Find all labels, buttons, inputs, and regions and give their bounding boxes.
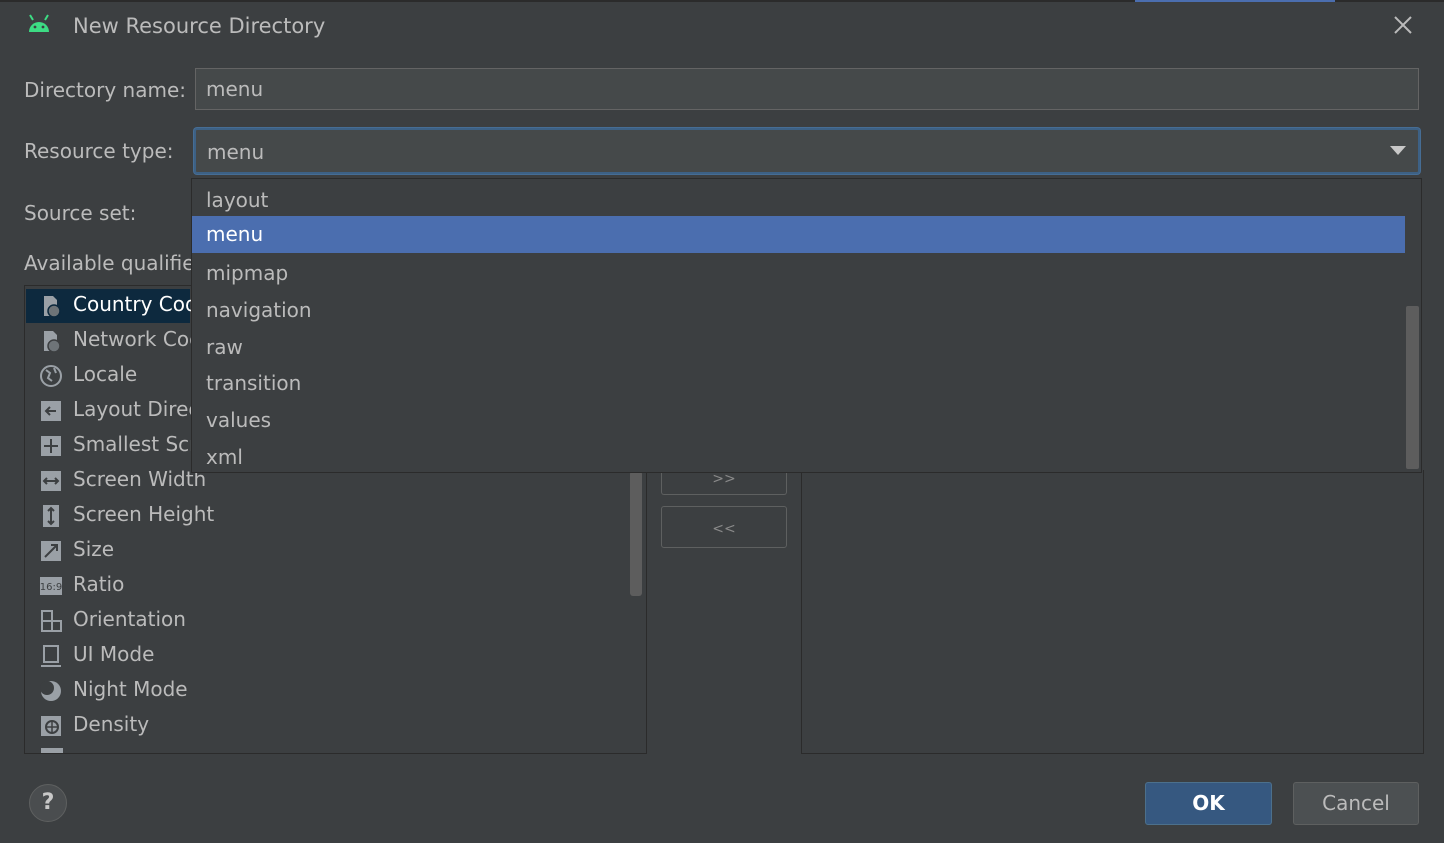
cancel-button[interactable]: Cancel xyxy=(1293,782,1419,825)
ok-button[interactable]: OK xyxy=(1145,782,1272,825)
directory-name-label: Directory name: xyxy=(24,78,186,102)
screen-height-icon xyxy=(43,505,59,527)
qualifier-label: Locale xyxy=(73,362,138,386)
help-button[interactable]: ? xyxy=(29,784,67,822)
dropdown-option-values[interactable]: values xyxy=(192,402,1405,439)
source-set-label: Source set: xyxy=(24,201,137,225)
list-item-country-code[interactable]: Country Cod xyxy=(26,289,198,323)
qualifiers-scrollbar[interactable] xyxy=(630,471,642,596)
directory-name-field[interactable]: menu xyxy=(195,68,1419,110)
resource-type-label: Resource type: xyxy=(24,139,174,163)
qualifier-label: UI Mode xyxy=(73,642,155,666)
qualifier-label: Layout Direc xyxy=(73,397,200,421)
globe-icon xyxy=(40,365,62,387)
layout-direction-icon xyxy=(41,401,61,421)
qualifier-label: Density xyxy=(73,712,150,736)
orientation-icon xyxy=(41,610,62,632)
android-icon xyxy=(29,14,49,32)
list-item-screen-height[interactable]: Screen Height xyxy=(39,499,639,533)
chevron-down-icon[interactable] xyxy=(1390,146,1406,155)
dropdown-option-raw[interactable]: raw xyxy=(192,329,1405,366)
dropdown-option-mipmap[interactable]: mipmap xyxy=(192,255,1405,292)
ratio-icon: 16:9 xyxy=(40,577,62,595)
svg-text:16:9: 16:9 xyxy=(40,582,62,593)
close-icon[interactable] xyxy=(1390,12,1416,38)
option-label: raw xyxy=(206,335,243,359)
chosen-qualifiers-list[interactable] xyxy=(801,470,1424,754)
qualifier-label: Screen Width xyxy=(73,467,207,491)
density-icon xyxy=(41,716,61,736)
country-code-icon xyxy=(44,296,61,318)
qualifier-label: Ratio xyxy=(73,572,125,596)
dialog-title: New Resource Directory xyxy=(73,14,326,38)
list-item-ratio[interactable]: 16:9 Ratio xyxy=(39,569,639,603)
title-bar: New Resource Directory xyxy=(0,0,1444,56)
available-qualifiers-label: Available qualifier xyxy=(24,251,203,275)
list-item-night-mode[interactable]: Night Mode xyxy=(39,674,639,708)
qualifier-label: Size xyxy=(73,537,115,561)
option-label: xml xyxy=(206,445,243,469)
dropdown-option-layout[interactable]: layout xyxy=(192,182,1405,219)
dropdown-scrollbar[interactable] xyxy=(1406,306,1419,469)
partial-list-item-icon xyxy=(41,748,63,753)
new-resource-directory-dialog: New Resource Directory Directory name: m… xyxy=(0,0,1444,843)
list-item-size[interactable]: Size xyxy=(39,534,639,568)
dropdown-option-transition[interactable]: transition xyxy=(192,365,1405,402)
qualifier-label: Smallest Scre xyxy=(73,432,210,456)
dropdown-option-menu[interactable]: menu xyxy=(192,216,1405,253)
screen-width-icon xyxy=(41,471,61,491)
list-item-ui-mode[interactable]: UI Mode xyxy=(39,639,639,673)
option-label: menu xyxy=(206,222,264,246)
smallest-screen-icon xyxy=(41,436,61,456)
option-label: navigation xyxy=(206,298,312,322)
option-label: values xyxy=(206,408,272,432)
option-label: layout xyxy=(206,188,269,212)
resource-type-value: menu xyxy=(207,140,265,164)
qualifier-label: Country Cod xyxy=(73,292,198,316)
dropdown-option-navigation[interactable]: navigation xyxy=(192,292,1405,329)
remove-qualifier-button[interactable]: << xyxy=(661,506,787,548)
resource-type-dropdown[interactable]: layout menu mipmap navigation raw transi… xyxy=(191,178,1422,473)
qualifier-label: Night Mode xyxy=(73,677,188,701)
qualifier-label: Screen Height xyxy=(73,502,215,526)
qualifier-label: Orientation xyxy=(73,607,186,631)
qualifier-label: Network Coc xyxy=(73,327,201,351)
ui-mode-icon xyxy=(41,645,61,667)
list-item-orientation[interactable]: Orientation xyxy=(39,604,639,638)
night-mode-icon xyxy=(40,681,61,701)
option-label: mipmap xyxy=(206,261,289,285)
dropdown-option-xml[interactable]: xml xyxy=(192,439,1405,476)
list-item-density[interactable]: Density xyxy=(39,709,639,743)
resource-type-combobox[interactable]: menu xyxy=(194,128,1420,174)
option-label: transition xyxy=(206,371,302,395)
network-code-icon xyxy=(44,331,61,353)
size-icon xyxy=(41,541,61,561)
